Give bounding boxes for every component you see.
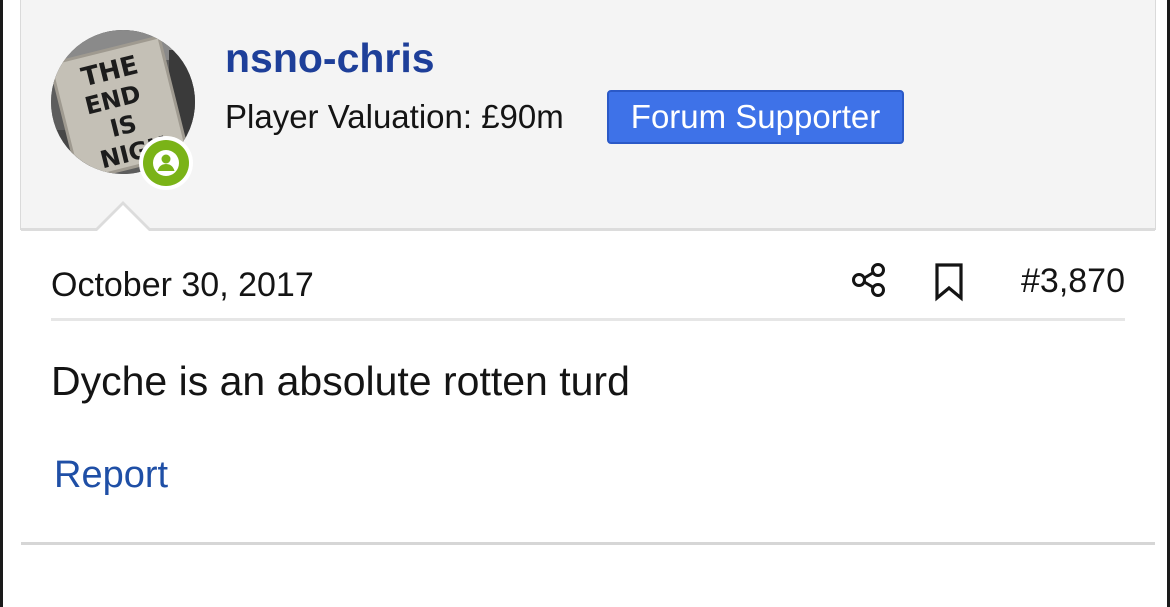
header-divider xyxy=(21,228,1155,231)
share-icon[interactable] xyxy=(849,260,889,300)
user-icon xyxy=(153,150,179,176)
post-container: THE END IS NIGH nsno-chris Player Valuat… xyxy=(0,0,1170,607)
post-footer-divider xyxy=(21,542,1155,545)
player-valuation: Player Valuation: £90m xyxy=(225,98,564,135)
post-number-link[interactable]: #3,870 xyxy=(1009,260,1125,302)
report-link[interactable]: Report xyxy=(54,451,168,499)
online-indicator xyxy=(139,136,193,190)
header-left-border xyxy=(20,0,21,230)
bookmark-icon[interactable] xyxy=(929,260,969,302)
header-right-border xyxy=(1155,0,1156,230)
post-message-body: Dyche is an absolute rotten turd xyxy=(51,358,630,404)
username-link[interactable]: nsno-chris xyxy=(225,32,435,84)
post-date-link[interactable]: October 30, 2017 xyxy=(51,264,314,306)
forum-supporter-badge: Forum Supporter xyxy=(607,90,904,144)
online-dot xyxy=(143,140,189,186)
header-arrow-fill xyxy=(97,205,149,231)
post-meta-divider xyxy=(51,318,1125,321)
